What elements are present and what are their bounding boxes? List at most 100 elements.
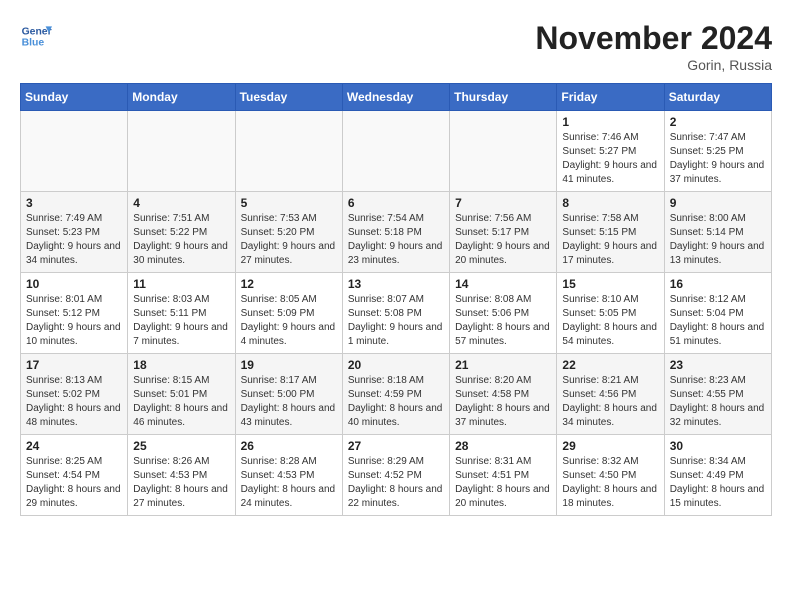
day-detail: Sunrise: 8:23 AM Sunset: 4:55 PM Dayligh…	[670, 374, 766, 430]
day-of-week-header: Thursday	[450, 84, 557, 111]
calendar-week-row: 24 Sunrise: 8:25 AM Sunset: 4:54 PM Dayli…	[21, 435, 772, 516]
day-number: 10	[26, 277, 122, 291]
calendar-cell: 13 Sunrise: 8:07 AM Sunset: 5:08 PM Dayli…	[342, 273, 449, 354]
day-detail: Sunrise: 7:51 AM Sunset: 5:22 PM Dayligh…	[133, 212, 229, 268]
calendar-cell: 3 Sunrise: 7:49 AM Sunset: 5:23 PM Daylig…	[21, 192, 128, 273]
day-number: 13	[348, 277, 444, 291]
day-detail: Sunrise: 7:46 AM Sunset: 5:27 PM Dayligh…	[562, 131, 658, 187]
day-number: 26	[241, 439, 337, 453]
day-of-week-header: Sunday	[21, 84, 128, 111]
day-of-week-header: Wednesday	[342, 84, 449, 111]
day-detail: Sunrise: 7:53 AM Sunset: 5:20 PM Dayligh…	[241, 212, 337, 268]
calendar-cell: 20 Sunrise: 8:18 AM Sunset: 4:59 PM Dayli…	[342, 354, 449, 435]
day-detail: Sunrise: 8:15 AM Sunset: 5:01 PM Dayligh…	[133, 374, 229, 430]
day-number: 12	[241, 277, 337, 291]
day-detail: Sunrise: 8:17 AM Sunset: 5:00 PM Dayligh…	[241, 374, 337, 430]
day-number: 1	[562, 115, 658, 129]
calendar-week-row: 10 Sunrise: 8:01 AM Sunset: 5:12 PM Dayli…	[21, 273, 772, 354]
calendar-cell: 27 Sunrise: 8:29 AM Sunset: 4:52 PM Dayli…	[342, 435, 449, 516]
calendar-cell: 17Sunrise: 8:13 AM Sunset: 5:02 PM Dayli…	[21, 354, 128, 435]
calendar-cell	[128, 111, 235, 192]
calendar-cell	[21, 111, 128, 192]
calendar-week-row: 3 Sunrise: 7:49 AM Sunset: 5:23 PM Daylig…	[21, 192, 772, 273]
day-number: 25	[133, 439, 229, 453]
day-number: 21	[455, 358, 551, 372]
day-number: 14	[455, 277, 551, 291]
calendar-cell: 16Sunrise: 8:12 AM Sunset: 5:04 PM Dayli…	[664, 273, 771, 354]
title-block: November 2024 Gorin, Russia	[535, 20, 772, 73]
calendar-cell: 12 Sunrise: 8:05 AM Sunset: 5:09 PM Dayli…	[235, 273, 342, 354]
calendar-cell: 15Sunrise: 8:10 AM Sunset: 5:05 PM Dayli…	[557, 273, 664, 354]
day-number: 3	[26, 196, 122, 210]
calendar-cell: 2 Sunrise: 7:47 AM Sunset: 5:25 PM Daylig…	[664, 111, 771, 192]
calendar-cell: 18 Sunrise: 8:15 AM Sunset: 5:01 PM Dayli…	[128, 354, 235, 435]
calendar-cell: 23Sunrise: 8:23 AM Sunset: 4:55 PM Dayli…	[664, 354, 771, 435]
calendar-cell: 11Sunrise: 8:03 AM Sunset: 5:11 PM Dayli…	[128, 273, 235, 354]
calendar-week-row: 1 Sunrise: 7:46 AM Sunset: 5:27 PM Daylig…	[21, 111, 772, 192]
day-number: 6	[348, 196, 444, 210]
svg-text:Blue: Blue	[22, 38, 45, 49]
day-detail: Sunrise: 8:32 AM Sunset: 4:50 PM Dayligh…	[562, 455, 658, 511]
day-number: 5	[241, 196, 337, 210]
day-number: 30	[670, 439, 766, 453]
calendar-cell: 28 Sunrise: 8:31 AM Sunset: 4:51 PM Dayli…	[450, 435, 557, 516]
day-number: 29	[562, 439, 658, 453]
day-number: 20	[348, 358, 444, 372]
calendar-cell: 29 Sunrise: 8:32 AM Sunset: 4:50 PM Dayli…	[557, 435, 664, 516]
day-detail: Sunrise: 8:12 AM Sunset: 5:04 PM Dayligh…	[670, 293, 766, 349]
calendar-cell: 5 Sunrise: 7:53 AM Sunset: 5:20 PM Daylig…	[235, 192, 342, 273]
day-detail: Sunrise: 8:25 AM Sunset: 4:54 PM Dayligh…	[26, 455, 122, 511]
day-detail: Sunrise: 8:21 AM Sunset: 4:56 PM Dayligh…	[562, 374, 658, 430]
day-detail: Sunrise: 8:29 AM Sunset: 4:52 PM Dayligh…	[348, 455, 444, 511]
day-detail: Sunrise: 8:08 AM Sunset: 5:06 PM Dayligh…	[455, 293, 551, 349]
calendar-cell: 7Sunrise: 7:56 AM Sunset: 5:17 PM Daylig…	[450, 192, 557, 273]
day-detail: Sunrise: 7:56 AM Sunset: 5:17 PM Dayligh…	[455, 212, 551, 268]
day-number: 8	[562, 196, 658, 210]
calendar-cell: 1 Sunrise: 7:46 AM Sunset: 5:27 PM Daylig…	[557, 111, 664, 192]
day-detail: Sunrise: 7:49 AM Sunset: 5:23 PM Dayligh…	[26, 212, 122, 268]
calendar-cell	[450, 111, 557, 192]
day-detail: Sunrise: 7:58 AM Sunset: 5:15 PM Dayligh…	[562, 212, 658, 268]
calendar-cell: 4Sunrise: 7:51 AM Sunset: 5:22 PM Daylig…	[128, 192, 235, 273]
day-detail: Sunrise: 8:00 AM Sunset: 5:14 PM Dayligh…	[670, 212, 766, 268]
calendar-cell: 21 Sunrise: 8:20 AM Sunset: 4:58 PM Dayli…	[450, 354, 557, 435]
day-number: 27	[348, 439, 444, 453]
day-detail: Sunrise: 8:20 AM Sunset: 4:58 PM Dayligh…	[455, 374, 551, 430]
day-number: 19	[241, 358, 337, 372]
page-header: General Blue November 2024 Gorin, Russia	[20, 20, 772, 73]
calendar-cell: 6 Sunrise: 7:54 AM Sunset: 5:18 PM Daylig…	[342, 192, 449, 273]
calendar-cell: 10 Sunrise: 8:01 AM Sunset: 5:12 PM Dayli…	[21, 273, 128, 354]
day-number: 22	[562, 358, 658, 372]
day-detail: Sunrise: 8:18 AM Sunset: 4:59 PM Dayligh…	[348, 374, 444, 430]
day-number: 2	[670, 115, 766, 129]
day-detail: Sunrise: 8:34 AM Sunset: 4:49 PM Dayligh…	[670, 455, 766, 511]
day-detail: Sunrise: 8:03 AM Sunset: 5:11 PM Dayligh…	[133, 293, 229, 349]
calendar-cell: 14 Sunrise: 8:08 AM Sunset: 5:06 PM Dayli…	[450, 273, 557, 354]
logo-icon: General Blue	[20, 20, 52, 52]
day-detail: Sunrise: 8:13 AM Sunset: 5:02 PM Dayligh…	[26, 374, 122, 430]
month-title: November 2024	[535, 20, 772, 57]
day-detail: Sunrise: 7:54 AM Sunset: 5:18 PM Dayligh…	[348, 212, 444, 268]
day-of-week-header: Monday	[128, 84, 235, 111]
day-detail: Sunrise: 8:28 AM Sunset: 4:53 PM Dayligh…	[241, 455, 337, 511]
calendar-cell: 19 Sunrise: 8:17 AM Sunset: 5:00 PM Dayli…	[235, 354, 342, 435]
calendar-cell	[235, 111, 342, 192]
day-of-week-header: Tuesday	[235, 84, 342, 111]
day-detail: Sunrise: 8:10 AM Sunset: 5:05 PM Dayligh…	[562, 293, 658, 349]
day-detail: Sunrise: 8:07 AM Sunset: 5:08 PM Dayligh…	[348, 293, 444, 349]
day-number: 9	[670, 196, 766, 210]
day-detail: Sunrise: 7:47 AM Sunset: 5:25 PM Dayligh…	[670, 131, 766, 187]
logo: General Blue	[20, 20, 52, 52]
calendar-cell: 25Sunrise: 8:26 AM Sunset: 4:53 PM Dayli…	[128, 435, 235, 516]
calendar-cell: 8 Sunrise: 7:58 AM Sunset: 5:15 PM Daylig…	[557, 192, 664, 273]
day-number: 24	[26, 439, 122, 453]
calendar-week-row: 17Sunrise: 8:13 AM Sunset: 5:02 PM Dayli…	[21, 354, 772, 435]
day-detail: Sunrise: 8:31 AM Sunset: 4:51 PM Dayligh…	[455, 455, 551, 511]
calendar-cell: 30 Sunrise: 8:34 AM Sunset: 4:49 PM Dayli…	[664, 435, 771, 516]
day-detail: Sunrise: 8:01 AM Sunset: 5:12 PM Dayligh…	[26, 293, 122, 349]
calendar-cell: 9 Sunrise: 8:00 AM Sunset: 5:14 PM Daylig…	[664, 192, 771, 273]
day-number: 18	[133, 358, 229, 372]
day-number: 28	[455, 439, 551, 453]
day-detail: Sunrise: 8:05 AM Sunset: 5:09 PM Dayligh…	[241, 293, 337, 349]
calendar-cell	[342, 111, 449, 192]
